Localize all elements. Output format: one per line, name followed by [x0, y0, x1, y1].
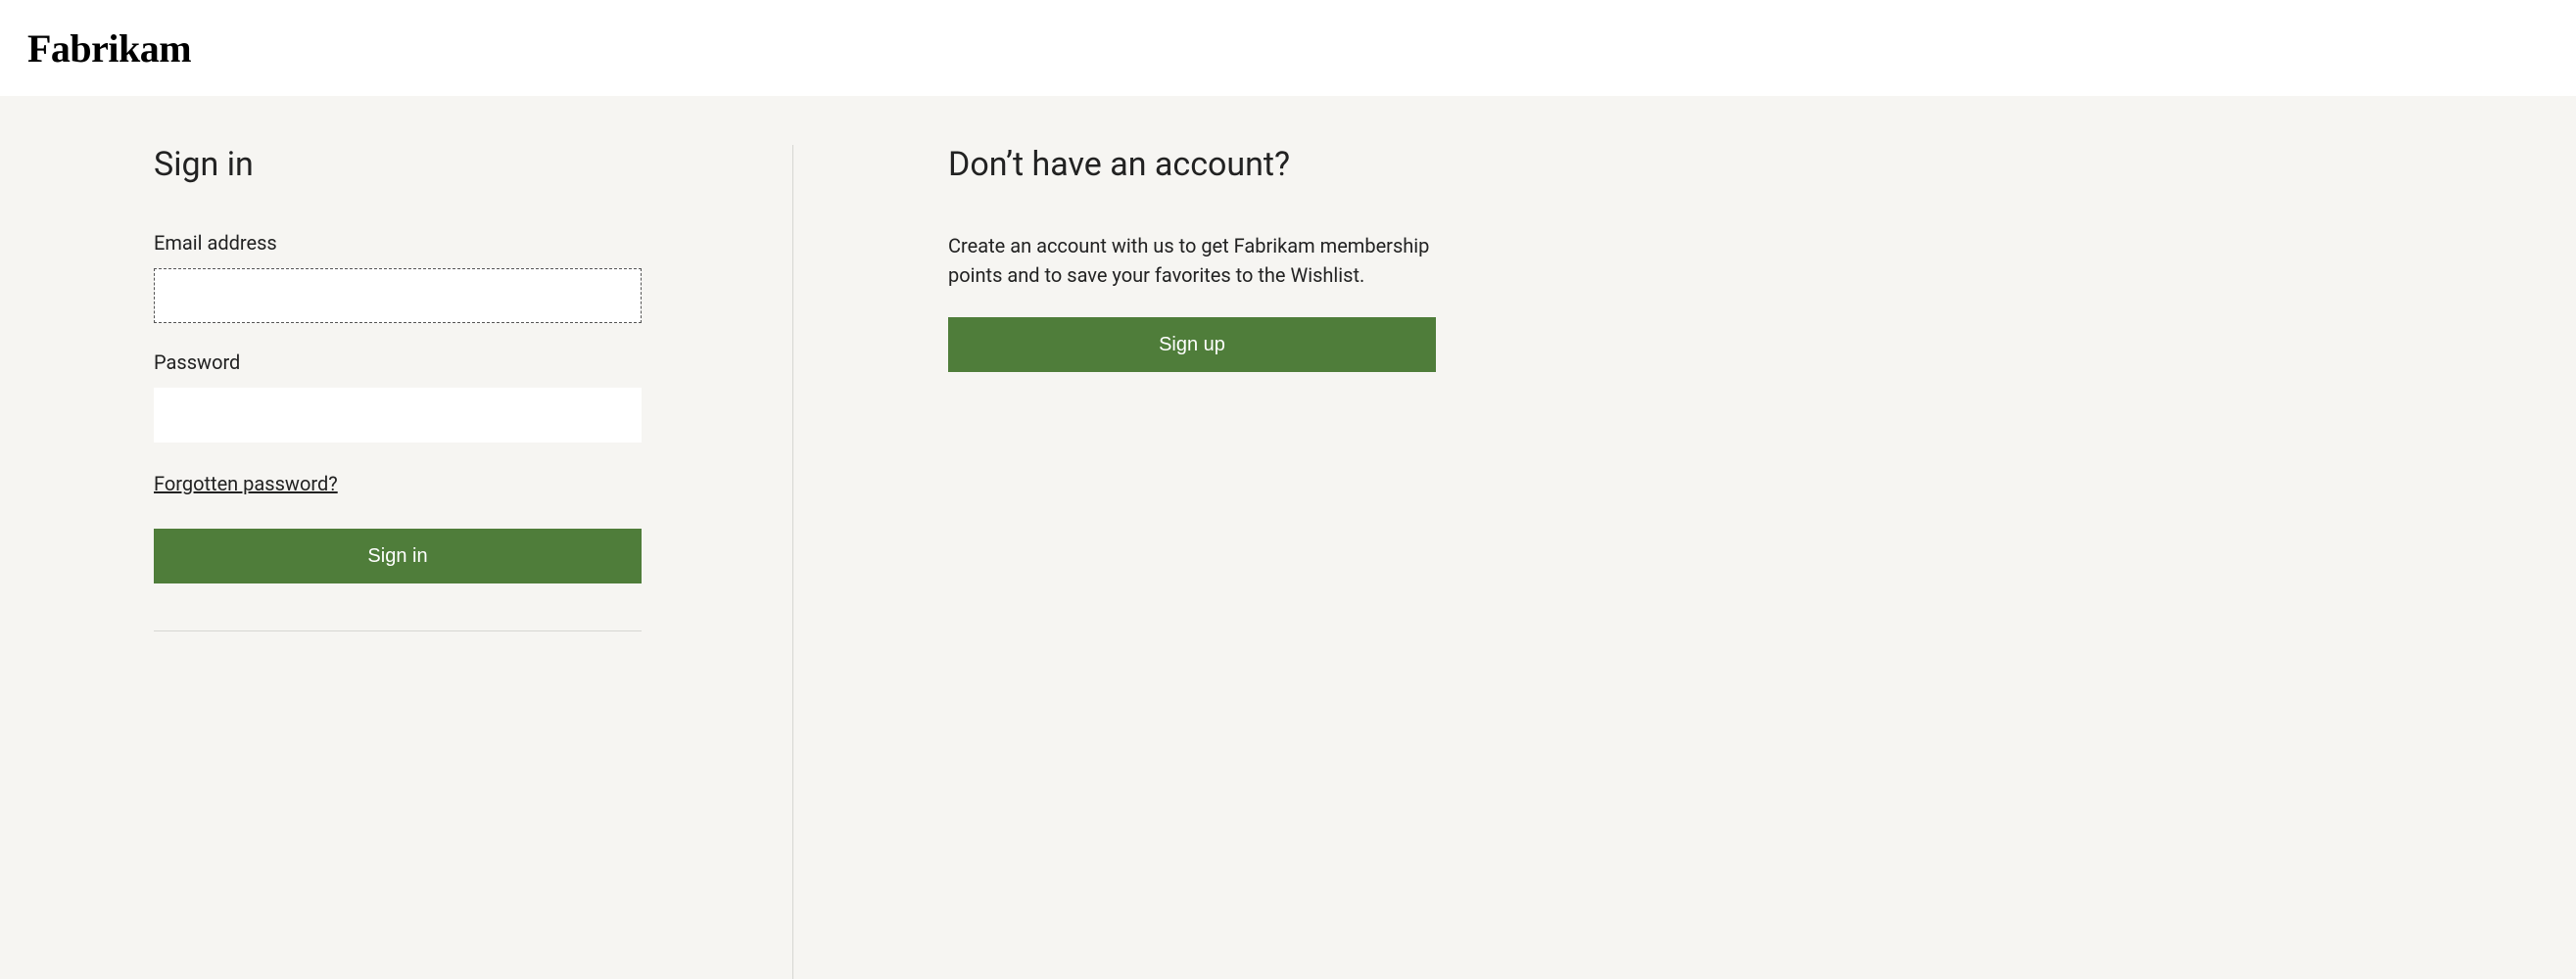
email-group: Email address — [154, 231, 641, 323]
signin-title: Sign in — [154, 145, 641, 184]
signup-description: Create an account with us to get Fabrika… — [948, 231, 1438, 290]
signup-title: Don’t have an account? — [948, 145, 1445, 184]
brand-logo[interactable]: Fabrikam — [27, 25, 191, 71]
signup-button[interactable]: Sign up — [948, 317, 1436, 372]
signup-section: Don’t have an account? Create an account… — [793, 145, 1597, 979]
main-content: Sign in Email address Password Forgotten… — [0, 96, 2576, 979]
password-input[interactable] — [154, 388, 642, 443]
site-header: Fabrikam — [0, 0, 2576, 96]
forgot-password-link[interactable]: Forgotten password? — [154, 472, 338, 495]
email-label: Email address — [154, 231, 641, 255]
email-input[interactable] — [154, 268, 642, 323]
signin-button[interactable]: Sign in — [154, 529, 642, 583]
password-label: Password — [154, 350, 641, 374]
password-group: Password — [154, 350, 641, 443]
section-divider — [154, 630, 642, 631]
signin-section: Sign in Email address Password Forgotten… — [0, 145, 793, 979]
